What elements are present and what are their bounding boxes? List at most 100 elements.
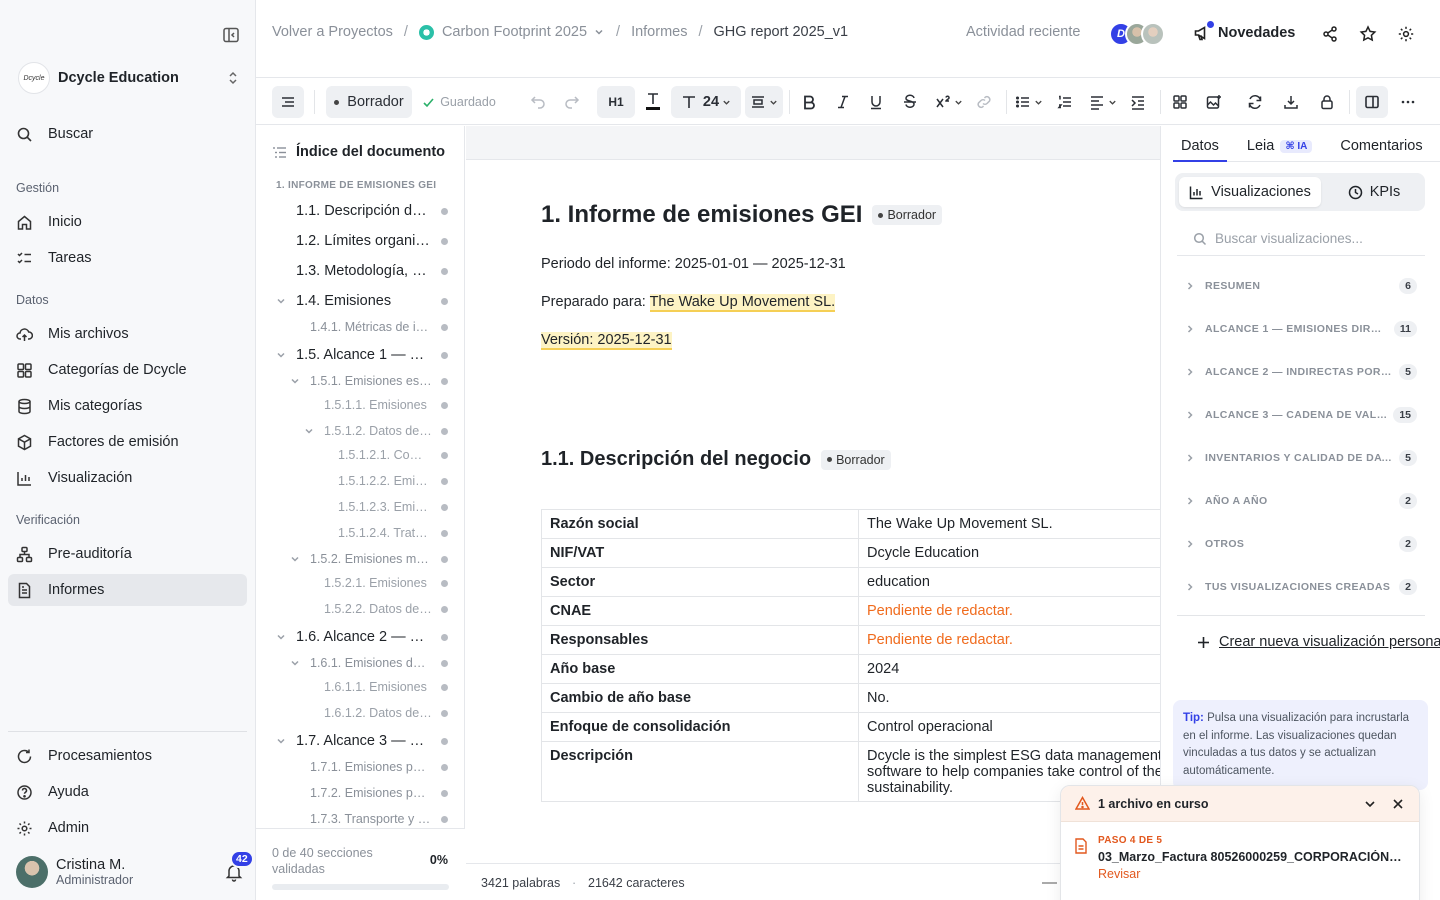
table-key-cell[interactable]: Responsables (541, 625, 859, 655)
share-icon[interactable] (1321, 25, 1339, 43)
table-value-cell[interactable]: Pendiente de redactar. (858, 596, 1160, 626)
link-button[interactable] (972, 86, 996, 118)
index-item[interactable]: 1.4.1. Métricas de intensidad (310, 314, 432, 340)
heading-dropdown[interactable]: H1 (597, 86, 635, 118)
chevron-down-icon[interactable] (290, 658, 300, 668)
bold-button[interactable] (797, 86, 821, 118)
index-item[interactable]: 1.6.1.2. Datos de actividad (324, 700, 432, 726)
visualization-category[interactable]: INVENTARIOS Y CALIDAD DE DATOS 5 (1185, 447, 1417, 469)
index-item[interactable]: 1.5.1.1. Emisiones (324, 392, 432, 418)
table-value-cell[interactable]: Control operacional (858, 712, 1160, 742)
download-button[interactable] (1279, 86, 1303, 118)
lock-button[interactable] (1315, 86, 1339, 118)
version[interactable]: Versión: 2025-12-31 (541, 332, 672, 350)
bell-icon[interactable]: 42 (224, 850, 254, 882)
index-item[interactable]: 1.5.1.2.2. Emisiones (338, 468, 432, 494)
table-value-cell[interactable]: Pendiente de redactar. (858, 625, 1160, 655)
table-key-cell[interactable]: CNAE (541, 596, 859, 626)
block-style-dropdown[interactable] (745, 86, 783, 118)
index-item[interactable]: 1.7. Alcance 3 — Emisiones (296, 728, 432, 754)
status-badge[interactable]: Borrador (821, 449, 891, 470)
table-key-cell[interactable]: Enfoque de consolidación (541, 712, 859, 742)
index-item[interactable]: 1.5.1.2.1. Combustibles (338, 442, 432, 468)
tab-datos[interactable]: Datos (1173, 126, 1227, 162)
table-key-cell[interactable]: Sector (541, 567, 859, 597)
index-item[interactable]: 1.7.1. Emisiones por compras (310, 754, 432, 780)
org-switcher[interactable]: Dcycle Dcycle Education (18, 61, 240, 95)
sidebar-item-preauditoria[interactable]: Pre-auditoría (8, 538, 247, 570)
toggle-index-button[interactable] (272, 86, 304, 118)
index-item[interactable]: 1.3. Metodología, alcance (296, 258, 432, 284)
table-key-cell[interactable]: Año base (541, 654, 859, 684)
table-value-cell[interactable]: Dcycle Education (858, 538, 1160, 568)
index-item[interactable]: 1.4. Emisiones (296, 288, 432, 314)
sidebar-item-ayuda[interactable]: Ayuda (8, 776, 247, 808)
undo-button[interactable] (526, 86, 550, 118)
sidebar-item-visualizacion[interactable]: Visualización (8, 462, 247, 494)
table-key-cell[interactable]: Descripción (541, 741, 859, 802)
more-options-button[interactable] (1396, 86, 1420, 118)
index-item[interactable]: 1.7.2. Emisiones por residuos (310, 780, 432, 806)
heading-1[interactable]: 1. Informe de emisiones GEI Borrador (541, 201, 943, 229)
index-item[interactable]: 1.5.1. Emisiones estacionarias (310, 368, 432, 394)
visualization-category[interactable]: TUS VISUALIZACIONES CREADAS 2 (1185, 576, 1417, 598)
visualization-category[interactable]: RESUMEN 6 (1185, 275, 1417, 297)
review-link[interactable]: Revisar (1098, 867, 1405, 881)
redo-button[interactable] (560, 86, 584, 118)
superscript-button[interactable] (934, 86, 964, 118)
sidebar-item-inicio[interactable]: Inicio (8, 206, 247, 238)
visualization-search-input[interactable]: Buscar visualizaciones... (1177, 222, 1425, 256)
star-icon[interactable] (1359, 25, 1377, 43)
index-item[interactable]: 1.5.2. Emisiones móviles (310, 546, 432, 572)
tab-visualizaciones[interactable]: Visualizaciones (1179, 177, 1321, 207)
chevron-down-icon[interactable] (290, 554, 300, 564)
chevron-down-icon[interactable] (304, 426, 314, 436)
user-profile[interactable]: Cristina M. Administrador 42 (16, 850, 254, 889)
prepared-for[interactable]: Preparado para: The Wake Up Movement SL. (541, 294, 836, 312)
visualization-category[interactable]: ALCANCE 2 — INDIRECTAS POR ENERGÍA 5 (1185, 361, 1417, 383)
tab-leia[interactable]: Leia ⌘ IA (1239, 126, 1320, 162)
tab-comentarios[interactable]: Comentarios (1332, 126, 1430, 162)
breadcrumb-project-link[interactable]: Carbon Footprint 2025 (442, 24, 587, 40)
chevron-down-icon[interactable] (1363, 797, 1377, 811)
insert-block-button[interactable] (1168, 86, 1192, 118)
numbered-list-button[interactable] (1053, 86, 1077, 118)
italic-button[interactable] (831, 86, 855, 118)
table-value-cell[interactable]: education (858, 567, 1160, 597)
index-item[interactable]: 1.5. Alcance 1 — Emisiones directas (296, 342, 432, 368)
sidebar-item-factores[interactable]: Factores de emisión (8, 426, 247, 458)
strikethrough-button[interactable] (898, 86, 922, 118)
index-item[interactable]: 1.5.1.2.3. Emisiones (338, 494, 432, 520)
table-value-cell[interactable]: 2024 (858, 654, 1160, 684)
close-icon[interactable] (1391, 797, 1405, 811)
document-page[interactable]: 1. Informe de emisiones GEI Borrador Per… (466, 159, 1160, 863)
visualization-category[interactable]: ALCANCE 3 — CADENA DE VALOR 15 (1185, 404, 1417, 426)
sidebar-item-archivos[interactable]: Mis archivos (8, 318, 247, 350)
index-item[interactable]: 1.1. Descripción del negocio (296, 198, 432, 224)
visualization-category[interactable]: ALCANCE 1 — EMISIONES DIRECTAS 11 (1185, 318, 1417, 340)
chevron-down-icon[interactable] (276, 736, 286, 746)
bullet-list-button[interactable] (1014, 86, 1044, 118)
chevron-down-icon[interactable] (276, 350, 286, 360)
index-item[interactable]: 1.6.1.1. Emisiones (324, 674, 432, 700)
align-dropdown[interactable] (1088, 86, 1118, 118)
index-item[interactable]: 1.5.1.2. Datos de actividad (324, 418, 432, 444)
table-key-cell[interactable]: Cambio de año base (541, 683, 859, 713)
sidebar-item-mis-categorias[interactable]: Mis categorías (8, 390, 247, 422)
status-badge[interactable]: Borrador (872, 205, 943, 225)
index-item[interactable]: 1.6. Alcance 2 — Emisiones indirectas (296, 624, 432, 650)
breadcrumb-back-link[interactable]: Volver a Proyectos (272, 24, 393, 40)
settings-gear-icon[interactable] (1397, 25, 1415, 43)
status-dropdown[interactable]: Borrador (326, 86, 412, 118)
collaborator-avatars[interactable]: D (1109, 22, 1165, 46)
create-visualization-button[interactable]: Crear nueva visualización personalizada (1197, 634, 1440, 650)
sidebar-item-tareas[interactable]: Tareas (8, 242, 247, 274)
font-size-dropdown[interactable]: 24 (671, 86, 741, 118)
prepared-for-value[interactable]: The Wake Up Movement SL. (649, 294, 836, 312)
sidebar-item-categorias-dcycle[interactable]: Categorías de Dcycle (8, 354, 247, 386)
toggle-side-panel-button[interactable] (1356, 86, 1388, 118)
sidebar-item-procesamientos[interactable]: Procesamientos (8, 740, 247, 772)
sidebar-item-informes[interactable]: Informes (8, 574, 247, 606)
visualization-category[interactable]: AÑO A AÑO 2 (1185, 490, 1417, 512)
report-period[interactable]: Periodo del informe: 2025-01-01 — 2025-1… (541, 256, 846, 272)
